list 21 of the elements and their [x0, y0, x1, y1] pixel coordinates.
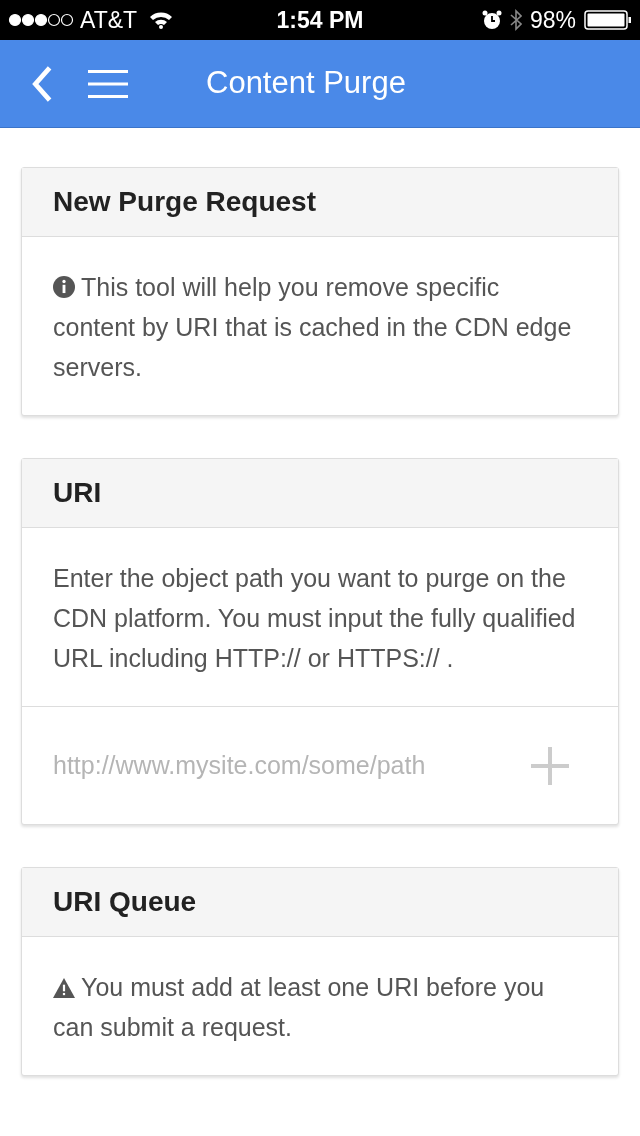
wifi-icon	[149, 11, 174, 29]
page-title: Content Purge	[206, 64, 406, 103]
clock-time: 1:54 PM	[276, 5, 364, 35]
card-text: You must add at least one URI before you can submit a request.	[53, 972, 546, 1043]
plus-icon	[531, 746, 569, 785]
panel-title: URI	[53, 476, 102, 510]
bluetooth-icon	[509, 9, 522, 31]
warning-icon	[53, 978, 75, 998]
info-icon	[53, 276, 75, 298]
battery-percent: 98%	[529, 5, 576, 35]
carrier-name: AT&T	[80, 5, 138, 35]
panel-title: New Purge Request	[53, 185, 316, 219]
alarm-icon	[481, 10, 502, 30]
menu-icon	[88, 69, 128, 98]
back-icon	[30, 64, 54, 103]
card-text: Enter the object path you want to purge on the CDN platform. You must input the fully qualified URL including HTTP:// or HTTPS:// .	[53, 563, 577, 674]
uri-field[interactable]: http://www.mysite.com/some/path	[53, 746, 530, 785]
signal-icon	[8, 13, 74, 27]
battery-icon	[584, 10, 632, 30]
card-text: This tool will help you remove specific content by URI that is cached in the CDN edge servers.	[53, 272, 573, 383]
panel-title: URI Queue	[53, 885, 197, 919]
